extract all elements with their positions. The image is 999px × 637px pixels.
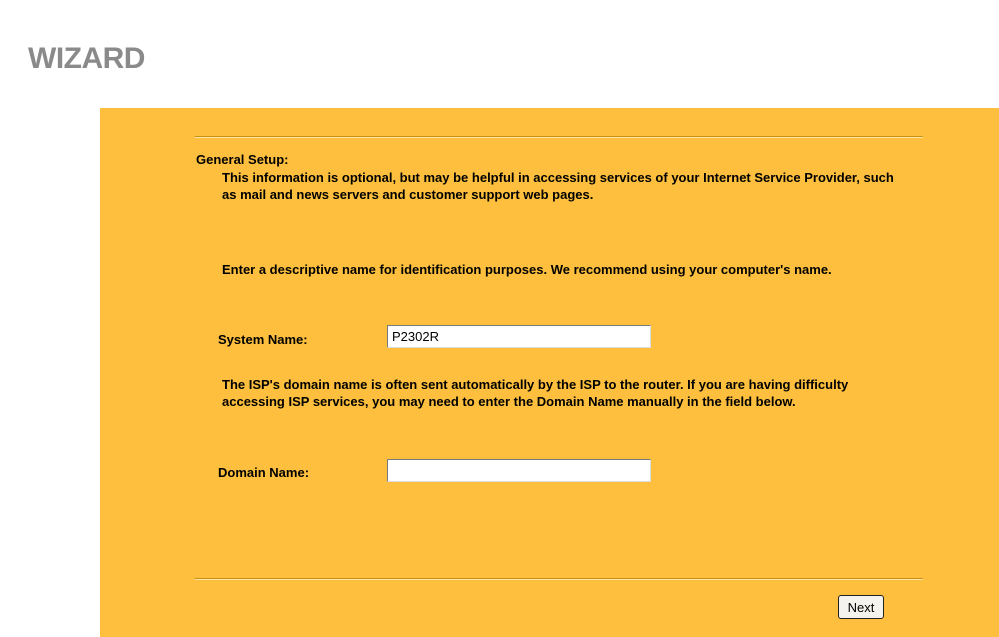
system-name-label: System Name: [218,332,308,347]
domain-name-input[interactable] [387,459,651,482]
next-button[interactable]: Next [838,595,884,619]
name-instruction-text: Enter a descriptive name for identificat… [222,262,832,277]
section-heading: General Setup: [196,152,289,167]
page-title: WIZARD [28,42,145,75]
domain-name-label: Domain Name: [218,465,310,480]
domain-instruction-text: The ISP's domain name is often sent auto… [222,377,849,409]
wizard-panel: General Setup: This information is optio… [100,108,999,637]
bottom-divider [195,578,923,580]
intro-text: This information is optional, but may be… [222,170,894,202]
system-name-input[interactable] [387,325,651,348]
top-divider [195,136,923,138]
